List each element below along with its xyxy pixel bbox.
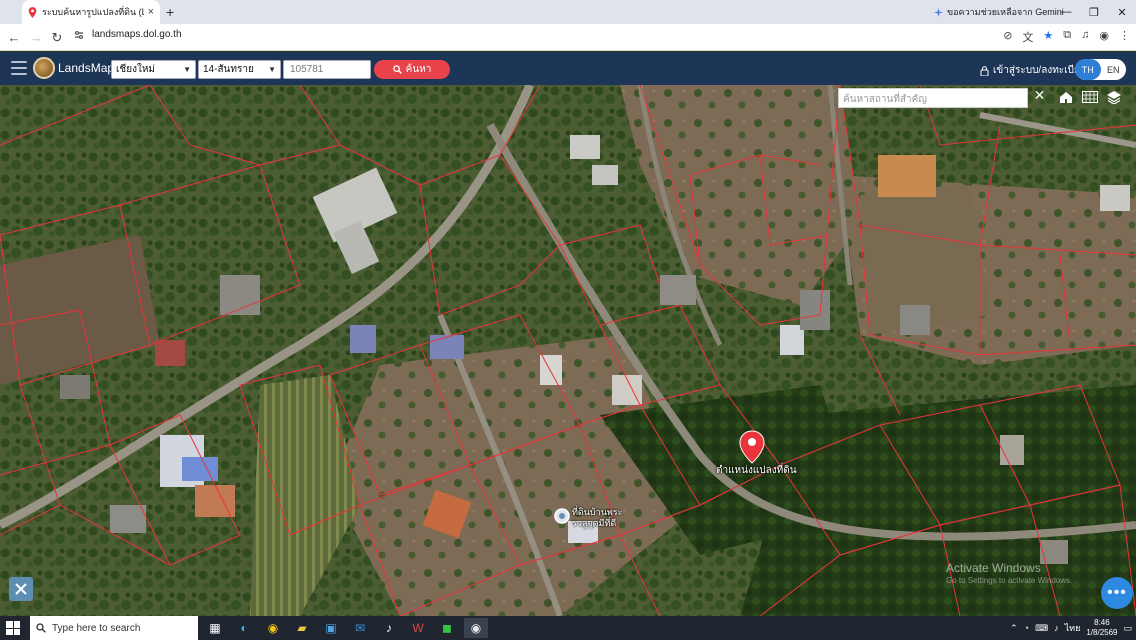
parcel-number-input[interactable]: 105781: [283, 60, 371, 79]
lock-icon: [980, 65, 989, 76]
network-icon[interactable]: ◔: [1024, 623, 1029, 633]
window-controls: — ❐ ✕: [1052, 0, 1136, 24]
windows-taskbar: Type here to search ▦ ◐ ◉ ▰ ▣ ✉ ♪ W ◼ ◉ …: [0, 616, 1136, 640]
landmark-search-input[interactable]: ค้นหาสถานที่สำคัญ: [838, 88, 1028, 108]
chrome-active-icon[interactable]: ◉: [464, 618, 488, 638]
edge-icon[interactable]: ◐: [232, 618, 256, 638]
file-explorer-icon[interactable]: ▰: [290, 618, 314, 638]
tools-icon: [15, 583, 27, 595]
minimize-button[interactable]: —: [1052, 0, 1080, 24]
notification-icon[interactable]: ▭: [1123, 623, 1132, 634]
new-tab-button[interactable]: +: [166, 4, 174, 20]
translate-icon[interactable]: 文: [1022, 29, 1033, 45]
browser-tabstrip: ระบบค้นหารูปแปลงที่ดิน (LandsMa × + ขอคว…: [0, 0, 1136, 24]
satellite-map[interactable]: ตำแหน่งแปลงที่ดิน ที่ดินบ้านพระ รวลูจุดม…: [0, 85, 1136, 616]
clock[interactable]: 8:46 1/8/2569: [1086, 618, 1117, 638]
chrome-icon[interactable]: ◉: [261, 618, 285, 638]
forward-arrow-icon[interactable]: →: [28, 30, 44, 45]
task-view-icon[interactable]: ▦: [203, 618, 227, 638]
search-button-label: ค้นหา: [405, 64, 432, 75]
map-canvas[interactable]: [0, 85, 1136, 616]
measure-tool-button[interactable]: [9, 577, 33, 601]
map-toolbar: [1055, 86, 1125, 108]
keyboard-icon[interactable]: ⌨: [1035, 623, 1048, 634]
windows-start-icon[interactable]: [6, 621, 20, 635]
more-options-button[interactable]: •••: [1101, 577, 1133, 609]
activate-windows-title: Activate Windows: [946, 561, 1041, 575]
tab-title: ระบบค้นหารูปแปลงที่ดิน (LandsMa: [42, 7, 144, 17]
search-icon: [36, 623, 46, 633]
login-label: เข้าสู่ระบบ/ลงทะเบียน: [993, 65, 1087, 76]
chevron-down-icon: ▼: [268, 65, 276, 74]
pin-label: ตำแหน่งแปลงที่ดิน: [716, 465, 797, 476]
media-icon[interactable]: ♫: [1081, 29, 1089, 45]
activate-windows-sub: Go to Settings to activate Windows.: [946, 576, 1073, 585]
poi-marker-icon: [554, 508, 570, 524]
app-header: LandsMaps เชียงใหม่ ▼ 14-สันทราย ▼ 105781 …: [0, 52, 1136, 85]
store-icon[interactable]: ▣: [319, 618, 343, 638]
browser-toolbar-icons: ⊘ 文 ★ ⧉ ♫ ◉ ⋮: [1003, 29, 1130, 45]
hamburger-menu-icon[interactable]: [11, 61, 27, 75]
lang-en-button[interactable]: EN: [1101, 59, 1127, 80]
star-icon[interactable]: ★: [1043, 29, 1053, 45]
browser-tab[interactable]: ระบบค้นหารูปแปลงที่ดิน (LandsMa ×: [22, 0, 160, 24]
system-tray: ⌃ ◔ ⌨ ♪ ไทย 8:46 1/8/2569 ▭: [1010, 616, 1132, 640]
eye-off-icon[interactable]: ⊘: [1003, 29, 1012, 45]
province-select[interactable]: เชียงใหม่ ▼: [111, 60, 196, 79]
home-icon[interactable]: [1055, 86, 1077, 108]
taskbar-search[interactable]: Type here to search: [30, 616, 198, 640]
lang-th-button[interactable]: TH: [1075, 59, 1101, 80]
wps-icon[interactable]: W: [406, 618, 430, 638]
grid-icon[interactable]: [1079, 86, 1101, 108]
tab-close-icon[interactable]: ×: [148, 6, 154, 18]
mail-icon[interactable]: ✉: [348, 618, 372, 638]
profile-icon[interactable]: ◉: [1099, 29, 1109, 45]
sparkle-icon: [934, 7, 943, 17]
taskbar-search-placeholder: Type here to search: [52, 622, 141, 634]
location-pin-icon: [28, 6, 37, 18]
gemini-button[interactable]: ขอความช่วยเหลือจาก Gemini: [934, 5, 1064, 19]
poi-label[interactable]: ที่ดินบ้านพระ รวลูจุดมีที่ดี: [572, 507, 626, 529]
url-field[interactable]: landsmaps.dol.go.th: [74, 29, 182, 40]
url-text: landsmaps.dol.go.th: [92, 29, 182, 40]
extensions-icon[interactable]: ⧉: [1063, 29, 1071, 45]
reload-icon[interactable]: ↻: [49, 30, 65, 46]
search-button[interactable]: ค้นหา: [374, 60, 450, 79]
menu-dots-icon[interactable]: ⋮: [1119, 29, 1130, 45]
language-toggle: TH EN: [1075, 59, 1126, 80]
district-value: 14-สันทราย: [203, 64, 254, 75]
volume-icon[interactable]: ♪: [1054, 623, 1059, 633]
close-window-button[interactable]: ✕: [1108, 0, 1136, 24]
district-select[interactable]: 14-สันทราย ▼: [198, 60, 281, 79]
address-bar: ← → ↻ landsmaps.dol.go.th ⊘ 文 ★ ⧉ ♫ ◉ ⋮: [0, 24, 1136, 51]
maximize-button[interactable]: ❐: [1080, 0, 1108, 24]
landsmaps-logo: [33, 57, 55, 79]
back-arrow-icon[interactable]: ←: [6, 30, 22, 45]
site-info-icon[interactable]: [74, 30, 84, 40]
tiktok-icon[interactable]: ♪: [377, 618, 401, 638]
chevron-up-icon[interactable]: ⌃: [1010, 623, 1018, 634]
province-value: เชียงใหม่: [116, 64, 156, 75]
layers-icon[interactable]: [1103, 86, 1125, 108]
chevron-down-icon: ▼: [183, 65, 191, 74]
language-indicator[interactable]: ไทย: [1065, 621, 1081, 635]
clock-date: 1/8/2569: [1086, 628, 1118, 637]
clock-time: 8:46: [1094, 618, 1110, 627]
line-icon[interactable]: ◼: [435, 618, 459, 638]
taskbar-apps: ▦ ◐ ◉ ▰ ▣ ✉ ♪ W ◼ ◉: [203, 618, 488, 638]
login-link[interactable]: เข้าสู่ระบบ/ลงทะเบียน: [980, 63, 1087, 78]
gemini-label: ขอความช่วยเหลือจาก Gemini: [947, 7, 1064, 17]
close-icon[interactable]: ✕: [1031, 87, 1048, 107]
search-icon: [392, 65, 402, 74]
